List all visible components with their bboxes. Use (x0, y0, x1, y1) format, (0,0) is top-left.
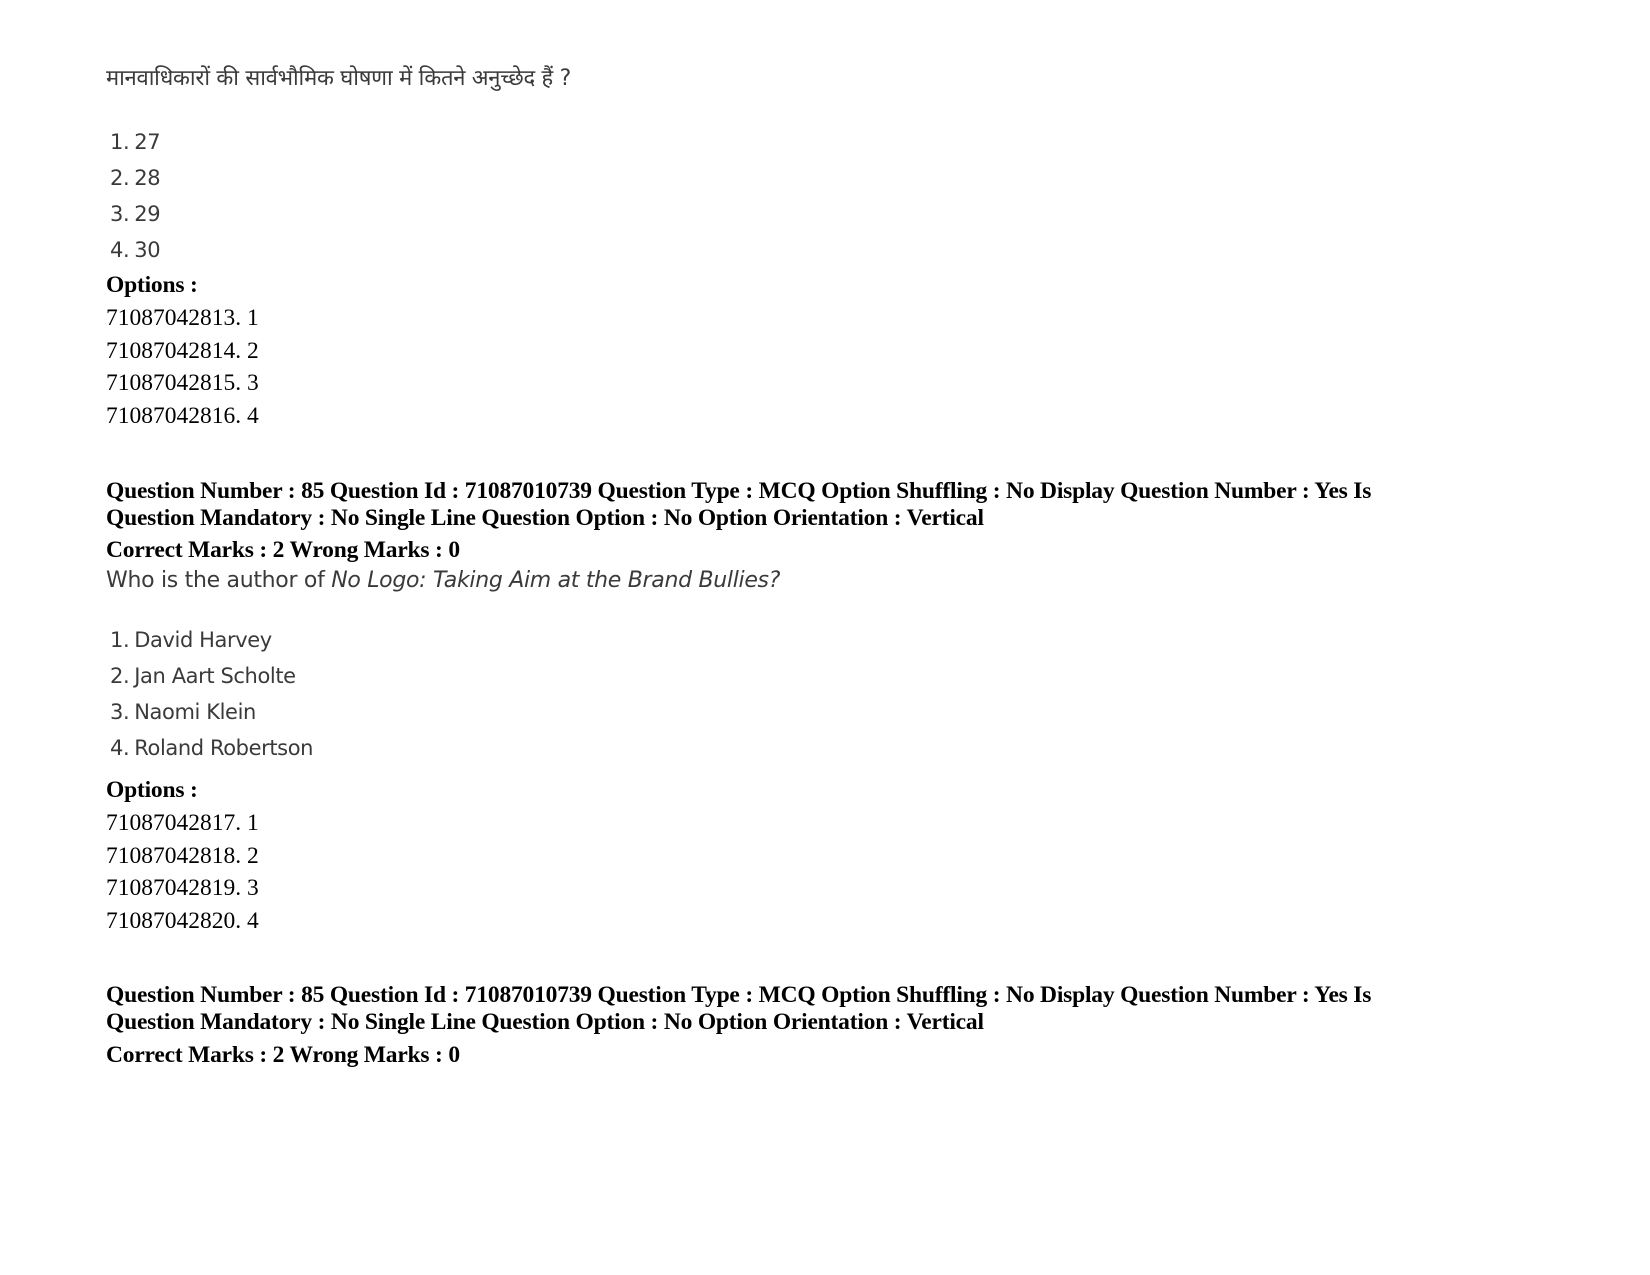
option-value: 1 (247, 305, 259, 331)
option-id: 71087042815. (106, 370, 242, 396)
option-row: 71087042818. 2 (106, 843, 259, 870)
marks-line: Correct Marks : 2 Wrong Marks : 0 (106, 537, 460, 563)
option-id: 71087042819. (106, 875, 242, 901)
choice-number: 3. (110, 700, 130, 724)
marks-line: Correct Marks : 2 Wrong Marks : 0 (106, 1042, 460, 1068)
option-value: 4 (247, 403, 259, 429)
option-value: 4 (247, 908, 259, 934)
choice-number: 4. (110, 736, 130, 760)
question-text-english: Who is the author of No Logo: Taking Aim… (106, 568, 780, 593)
option-value: 1 (247, 810, 259, 836)
choice-item-3: 3. 29 (110, 202, 161, 226)
option-value: 3 (247, 370, 259, 396)
question-prefix: Who is the author of (106, 568, 332, 593)
option-id: 71087042813. (106, 305, 242, 331)
option-value: 2 (247, 843, 259, 869)
options-label: Options : (106, 272, 198, 298)
option-id: 71087042817. (106, 810, 242, 836)
option-row: 71087042815. 3 (106, 370, 259, 397)
choice-text: David Harvey (134, 628, 272, 652)
choice-text: Roland Robertson (134, 736, 314, 760)
choice-number: 1. (110, 130, 130, 154)
choice-text: Jan Aart Scholte (134, 664, 296, 688)
choice-number: 1. (110, 628, 130, 652)
option-row: 71087042814. 2 (106, 338, 259, 365)
question-meta-line-2: Question Mandatory : No Single Line Ques… (106, 505, 984, 531)
choice-number: 4. (110, 238, 130, 262)
choice-item-4: 4. Roland Robertson (110, 736, 313, 760)
option-id: 71087042818. (106, 843, 242, 869)
option-row: 71087042820. 4 (106, 908, 259, 935)
choice-item-2: 2. 28 (110, 166, 161, 190)
book-title: No Logo: Taking Aim at the Brand Bullies… (331, 568, 781, 593)
choice-text: 30 (134, 238, 161, 262)
options-label: Options : (106, 777, 198, 803)
option-row: 71087042817. 1 (106, 810, 259, 837)
choice-number: 2. (110, 664, 130, 688)
choice-number: 3. (110, 202, 130, 226)
choice-text: 27 (134, 130, 161, 154)
question-meta-line-2: Question Mandatory : No Single Line Ques… (106, 1009, 984, 1035)
option-id: 71087042814. (106, 338, 242, 364)
choice-text: 28 (134, 166, 161, 190)
option-row: 71087042819. 3 (106, 875, 259, 902)
option-row: 71087042813. 1 (106, 305, 259, 332)
choice-item-1: 1. 27 (110, 130, 161, 154)
choice-item-1: 1. David Harvey (110, 628, 272, 652)
choice-text: Naomi Klein (134, 700, 256, 724)
question-text-hindi: मानवाधिकारों की सार्वभौमिक घोषणा में कित… (106, 66, 571, 91)
option-row: 71087042816. 4 (106, 403, 259, 430)
option-value: 2 (247, 338, 259, 364)
option-id: 71087042820. (106, 908, 242, 934)
choice-item-3: 3. Naomi Klein (110, 700, 256, 724)
choice-item-4: 4. 30 (110, 238, 161, 262)
question-meta-line-1: Question Number : 85 Question Id : 71087… (106, 478, 1372, 504)
option-id: 71087042816. (106, 403, 242, 429)
choice-item-2: 2. Jan Aart Scholte (110, 664, 296, 688)
choice-text: 29 (134, 202, 161, 226)
question-meta-line-1: Question Number : 85 Question Id : 71087… (106, 982, 1372, 1008)
choice-number: 2. (110, 166, 130, 190)
option-value: 3 (247, 875, 259, 901)
